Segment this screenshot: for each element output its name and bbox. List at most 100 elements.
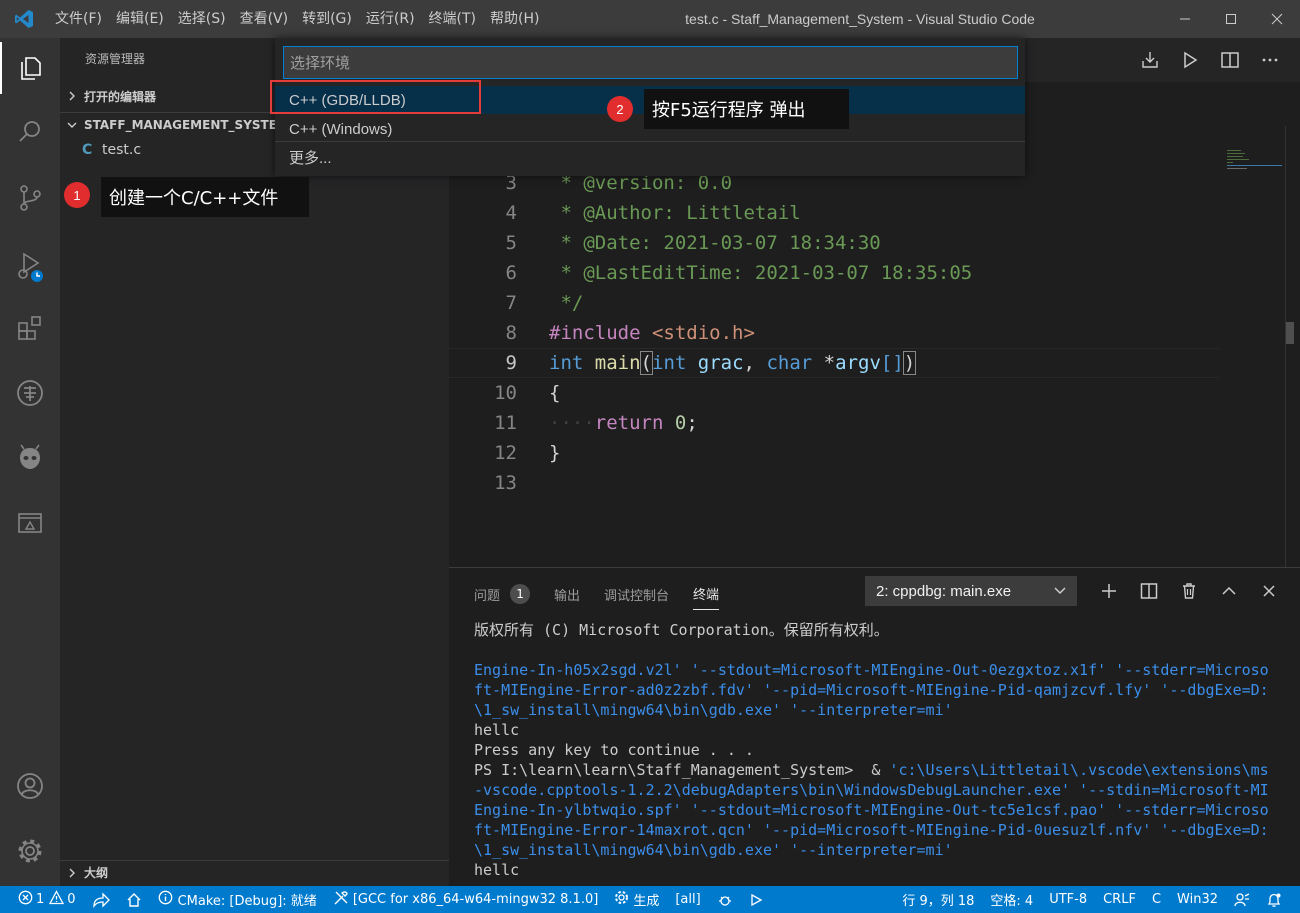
indentation[interactable]: 空格: 4 — [982, 886, 1041, 913]
build-button[interactable]: 生成 — [606, 886, 667, 913]
menu-terminal[interactable]: 终端(T) — [422, 0, 483, 38]
split-terminal-icon[interactable] — [1129, 582, 1169, 600]
editor-actions — [1130, 38, 1290, 82]
tools-icon — [333, 890, 349, 910]
line-number: 11 — [494, 412, 517, 434]
tab-terminal[interactable]: 终端 — [693, 578, 720, 610]
environment-search-input[interactable] — [283, 46, 1018, 79]
bottom-panel: 问题 1 输出 调试控制台 终端 2: cppdbg: main.exe 版权所有… — [449, 567, 1300, 886]
more-actions-icon[interactable] — [1250, 50, 1290, 70]
remote-window-icon[interactable] — [0, 497, 60, 549]
extensions-icon[interactable] — [0, 302, 60, 354]
cursor-position[interactable]: 行 9，列 18 — [894, 886, 982, 913]
code-line: 7 */ — [449, 288, 1219, 318]
terminal-line: hellc — [474, 721, 520, 739]
tab-debug-console[interactable]: 调试控制台 — [604, 578, 669, 610]
annotation-note-2: 按F5运行程序 弹出 — [644, 89, 849, 129]
split-editor-icon[interactable] — [1210, 50, 1250, 70]
tab-problems[interactable]: 问题 1 — [474, 578, 531, 610]
trash-icon[interactable] — [1169, 582, 1209, 600]
window-controls — [1162, 0, 1300, 38]
chevron-right-icon — [60, 91, 84, 101]
tab-output-label: 输出 — [554, 588, 581, 604]
divider — [275, 141, 1025, 142]
run-debug-icon[interactable] — [0, 240, 60, 292]
panel-tabs: 问题 1 输出 调试控制台 终端 — [474, 578, 743, 610]
code-line: 11 ····return 0; — [449, 408, 1219, 438]
menu-view[interactable]: 查看(V) — [233, 0, 296, 38]
terminal-line: -vscode.cpptools-1.2.2\debugAdapters\bin… — [474, 781, 1269, 799]
minimize-button[interactable] — [1162, 0, 1208, 38]
file-name: test.c — [102, 142, 142, 158]
title-bar: 文件(F) 编辑(E) 选择(S) 查看(V) 转到(G) 运行(R) 终端(T… — [0, 0, 1300, 38]
terminal-select[interactable]: 2: cppdbg: main.exe — [865, 576, 1077, 606]
window-title: test.c - Staff_Management_System - Visua… — [685, 11, 1035, 27]
source-control-icon[interactable] — [0, 172, 60, 224]
close-panel-icon[interactable] — [1249, 582, 1289, 600]
encoding[interactable]: UTF-8 — [1041, 886, 1095, 913]
maximize-button[interactable] — [1208, 0, 1254, 38]
line-number: 5 — [505, 232, 517, 254]
terminal-line: Engine-In-ylbtwqio.spf' '--stdout=Micros… — [474, 801, 1269, 819]
build-target[interactable]: [all] — [667, 886, 708, 913]
code-line: 4 * @Author: Littletail — [449, 198, 1219, 228]
menu-edit[interactable]: 编辑(E) — [109, 0, 171, 38]
minimap[interactable] — [1227, 148, 1287, 178]
account-icon[interactable] — [0, 760, 60, 812]
error-icon — [18, 890, 33, 909]
tab-terminal-label: 终端 — [693, 588, 720, 603]
search-icon[interactable] — [0, 106, 60, 158]
kit-status[interactable]: [GCC for x86_64-w64-mingw32 8.1.0] — [325, 886, 607, 913]
menu-go[interactable]: 转到(G) — [295, 0, 359, 38]
live-share-icon[interactable] — [84, 886, 118, 913]
terminal-prompt: PS I:\learn\learn\Staff_Management_Syste… — [474, 761, 890, 779]
explorer-icon[interactable] — [0, 42, 60, 94]
highlight-box — [270, 80, 481, 114]
line-number: 10 — [494, 382, 517, 404]
menu-run[interactable]: 运行(R) — [359, 0, 422, 38]
close-window-button[interactable] — [1254, 0, 1300, 38]
maximize-panel-icon[interactable] — [1209, 582, 1249, 600]
problems-status[interactable]: 1 0 — [0, 886, 84, 913]
status-bar-right: 行 9，列 18 空格: 4 UTF-8 CRLF C Win32 — [894, 886, 1290, 913]
panel-actions — [1089, 576, 1289, 606]
new-terminal-icon[interactable] — [1089, 582, 1129, 600]
platform[interactable]: Win32 — [1169, 886, 1226, 913]
tab-output[interactable]: 输出 — [554, 578, 580, 610]
platformio-icon[interactable] — [0, 432, 60, 484]
menu-file[interactable]: 文件(F) — [48, 0, 109, 38]
outline-section[interactable]: 大纲 — [60, 860, 449, 884]
menu-selection[interactable]: 选择(S) — [171, 0, 233, 38]
vertical-scrollbar[interactable] — [1286, 322, 1294, 344]
chevron-down-icon — [60, 120, 84, 130]
remote-explorer-icon[interactable] — [0, 367, 60, 419]
feedback-icon[interactable] — [1226, 886, 1258, 913]
qp-item-more[interactable]: 更多... — [275, 143, 1025, 171]
language-mode[interactable]: C — [1144, 886, 1169, 913]
home-icon[interactable] — [118, 886, 150, 913]
menu-bar: 文件(F) 编辑(E) 选择(S) 查看(V) 转到(G) 运行(R) 终端(T… — [48, 0, 546, 38]
terminal-line: Press any key to continue . . . — [474, 741, 754, 759]
terminal-line: \1_sw_install\mingw64\bin\gdb.exe' '--in… — [474, 701, 953, 719]
menu-help[interactable]: 帮助(H) — [483, 0, 546, 38]
gear-icon[interactable] — [0, 825, 60, 877]
run-icon[interactable] — [741, 886, 771, 913]
terminal-line: Engine-In-h05x2sgd.v2l' '--stdout=Micros… — [474, 661, 1269, 679]
cmake-status[interactable]: CMake: [Debug]: 就绪 — [150, 886, 325, 913]
annotation-badge-1: 1 — [64, 182, 90, 208]
bell-icon[interactable] — [1258, 886, 1290, 913]
line-number: 8 — [505, 322, 517, 344]
annotation-badge-2: 2 — [607, 96, 633, 122]
code-line-current: 9 int main(int grac, char *argv[]) — [449, 348, 1219, 378]
terminal-output[interactable]: 版权所有 (C) Microsoft Corporation。保留所有权利。 E… — [474, 620, 1289, 880]
chevron-right-icon — [60, 868, 84, 878]
line-number: 6 — [505, 262, 517, 284]
line-ending[interactable]: CRLF — [1095, 886, 1144, 913]
gear-icon — [614, 890, 629, 909]
download-icon[interactable] — [1130, 50, 1170, 70]
run-icon[interactable] — [1170, 50, 1210, 70]
terminal-line: hellc — [474, 861, 520, 879]
debug-icon[interactable] — [709, 886, 741, 913]
code-line: 13 — [449, 468, 1219, 498]
code-line: 12} — [449, 438, 1219, 468]
